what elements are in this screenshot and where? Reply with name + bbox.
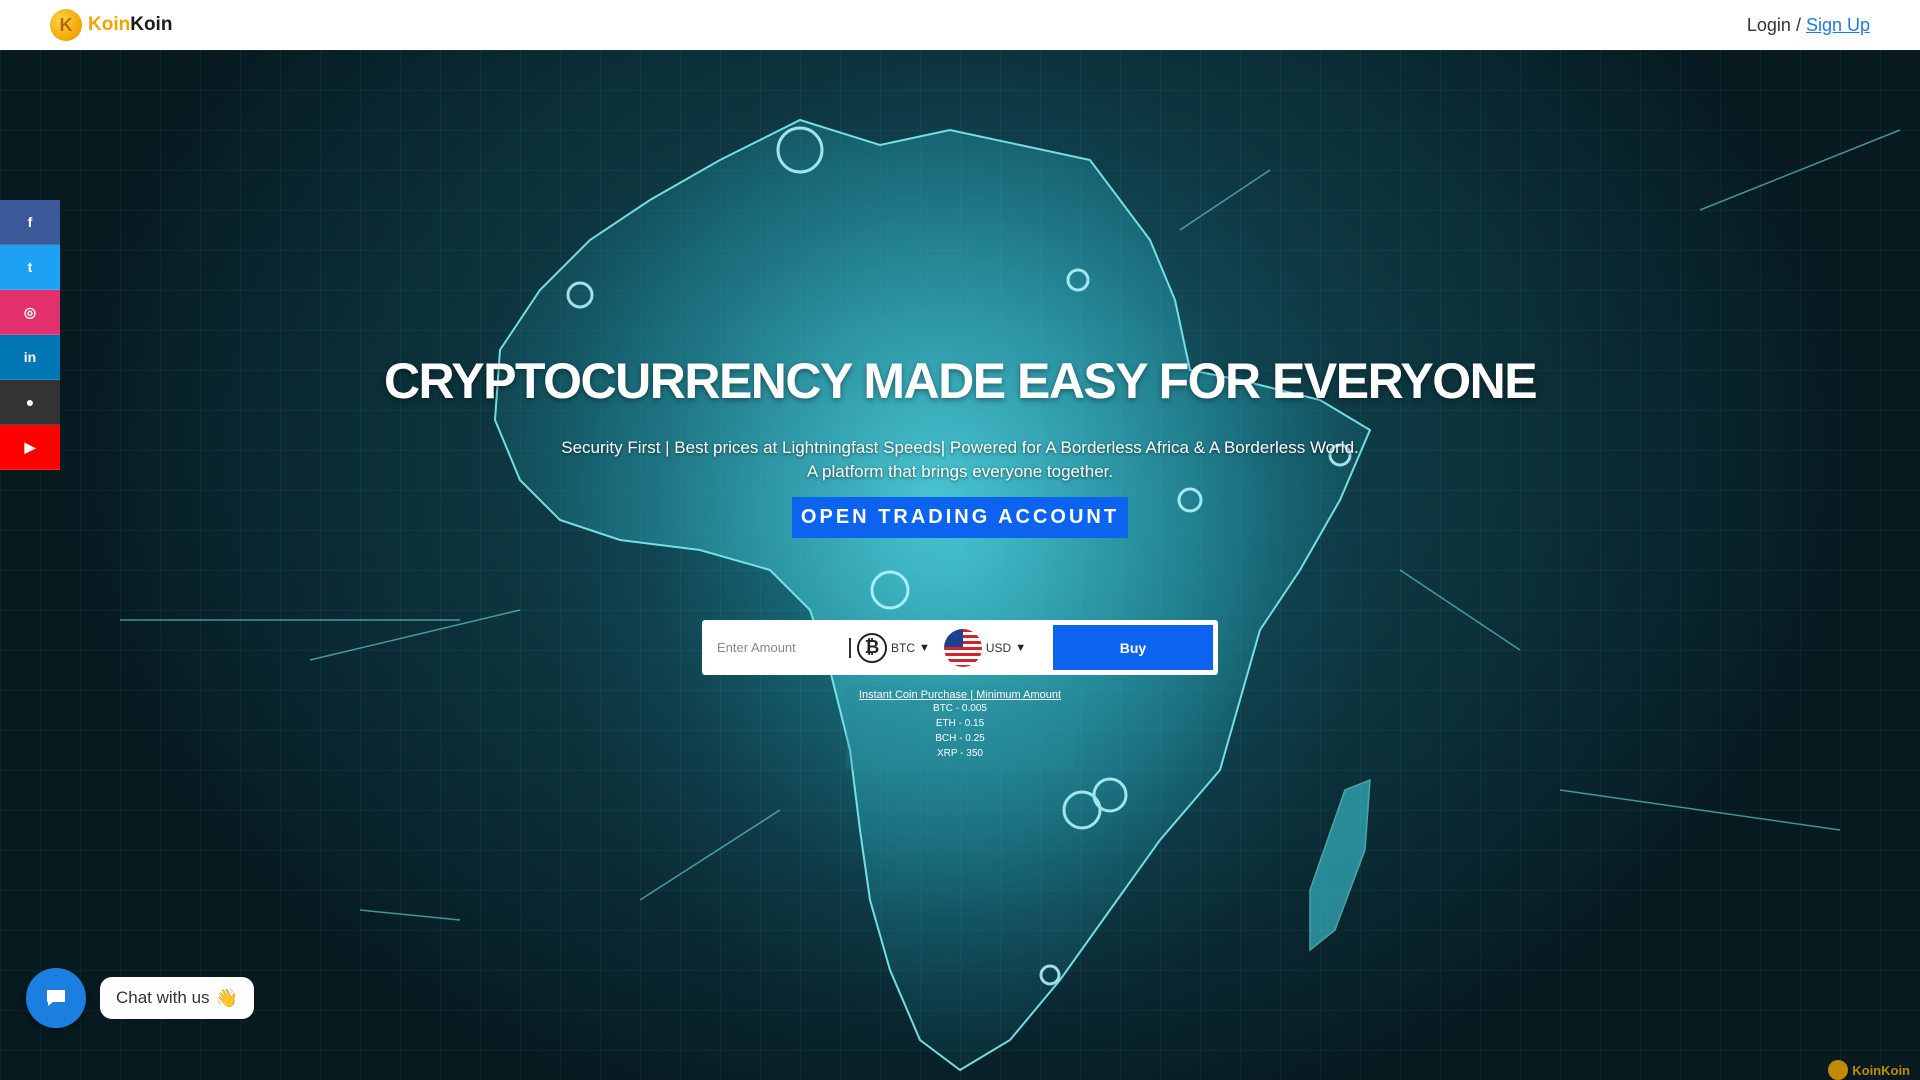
- top-navbar: K KoinKoin Login / Sign Up: [0, 0, 1920, 50]
- video-watermark: KoinKoin: [1828, 1060, 1910, 1080]
- social-sidebar: f t ◎ in ● ▶: [0, 200, 60, 470]
- auth-links: Login / Sign Up: [1747, 15, 1870, 36]
- facebook-icon: f: [27, 214, 33, 230]
- input-divider: [849, 637, 851, 658]
- chevron-down-icon: ▼: [919, 641, 930, 654]
- brand-name-part2: Koin: [130, 14, 173, 35]
- social-youtube-button[interactable]: ▶: [0, 425, 60, 470]
- social-twitter-button[interactable]: t: [0, 245, 60, 290]
- chat-bubble-icon: [47, 990, 65, 1006]
- brand-name-part1: Koin: [88, 14, 131, 35]
- github-icon: ●: [25, 394, 35, 410]
- waving-hand-icon: 👋: [215, 987, 238, 1008]
- buy-button[interactable]: Buy: [1053, 625, 1213, 670]
- hero-subtitle: Security First | Best prices at Lightnin…: [0, 436, 1920, 484]
- linkedin-icon: in: [23, 349, 37, 365]
- social-linkedin-button[interactable]: in: [0, 335, 60, 380]
- minimum-amount-line: ETH - 0.15: [935, 718, 985, 729]
- chat-launcher-button[interactable]: [26, 968, 86, 1028]
- instant-buy-widget: ₿ BTC ▼ USD ▼ Buy: [702, 620, 1218, 675]
- amount-input[interactable]: [717, 640, 847, 655]
- africa-silhouette: [493, 118, 1372, 1072]
- us-flag-icon: [943, 628, 982, 667]
- youtube-icon: ▶: [24, 438, 36, 455]
- coin-select-value: BTC: [891, 640, 915, 655]
- minimum-amount-line: BCH - 0.25: [935, 733, 985, 744]
- minimum-amount-line: BTC - 0.005: [933, 703, 987, 714]
- open-trading-account-button[interactable]: OPEN TRADING ACCOUNT: [792, 497, 1128, 538]
- fiat-select-value: USD: [985, 640, 1012, 655]
- koinkoin-coin-icon: K: [50, 9, 82, 41]
- chat-prompt[interactable]: Chat with us 👋: [100, 977, 254, 1019]
- brand-name: KoinKoin: [88, 14, 172, 36]
- hero-background: [0, 50, 1920, 1080]
- twitter-icon: t: [27, 259, 33, 275]
- minimum-amount-line: XRP - 350: [937, 748, 983, 759]
- social-facebook-button[interactable]: f: [0, 200, 60, 245]
- auth-separator: /: [1790, 14, 1806, 35]
- africa-network-illustration: [120, 118, 1901, 1072]
- brand-logo[interactable]: K KoinKoin: [50, 9, 172, 41]
- social-github-button[interactable]: ●: [0, 380, 60, 425]
- social-instagram-button[interactable]: ◎: [0, 290, 60, 335]
- hero-subtitle-line1: Security First | Best prices at Lightnin…: [561, 438, 1359, 457]
- fiat-select[interactable]: USD ▼: [943, 628, 1027, 667]
- login-link[interactable]: Login: [1747, 15, 1791, 35]
- madagascar-silhouette: [1309, 778, 1371, 952]
- chat-prompt-label: Chat with us: [116, 988, 210, 1007]
- hero-subtitle-line2: A platform that brings everyone together…: [806, 462, 1114, 481]
- bitcoin-icon: ₿: [857, 632, 887, 663]
- signup-link[interactable]: Sign Up: [1806, 15, 1870, 35]
- watermark-label: KoinKoin: [1852, 1062, 1910, 1078]
- watermark-coin-icon: [1828, 1060, 1849, 1080]
- minimum-amounts-title[interactable]: Instant Coin Purchase | Minimum Amount: [846, 689, 1074, 701]
- chevron-down-icon: ▼: [1015, 641, 1027, 654]
- instagram-icon: ◎: [23, 303, 37, 320]
- hero-headline: CRYPTOCURRENCY MADE EASY FOR EVERYONE: [383, 353, 1538, 409]
- coin-select[interactable]: ₿ BTC ▼: [857, 632, 930, 663]
- minimum-amounts-panel: Instant Coin Purchase | Minimum Amount B…: [846, 687, 1074, 769]
